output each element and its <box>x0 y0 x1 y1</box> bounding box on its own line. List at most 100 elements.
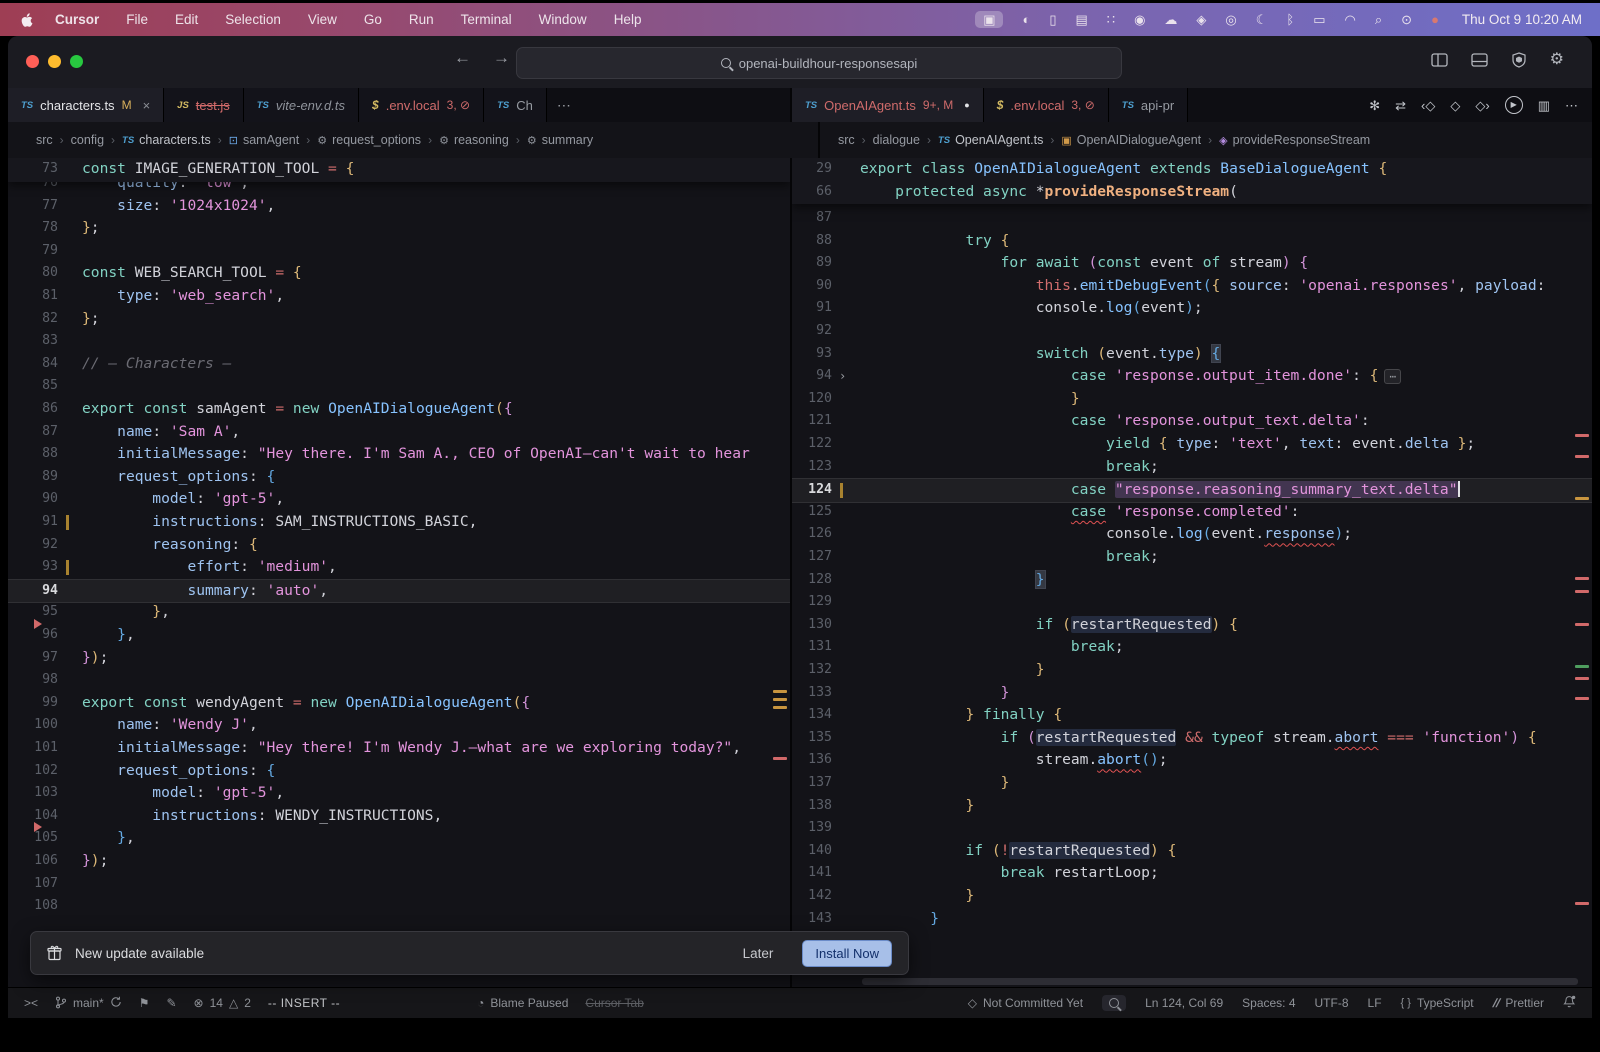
code-line[interactable]: 79 <box>8 240 790 263</box>
shield-cube-icon[interactable] <box>1511 52 1527 68</box>
breadcrumb-item-config[interactable]: config <box>71 133 104 147</box>
menu-item-terminal[interactable]: Terminal <box>461 12 512 27</box>
git-commit-status[interactable]: ◇ Not Committed Yet <box>968 996 1083 1010</box>
line-number[interactable]: 82 <box>8 308 58 331</box>
openai-logo-icon[interactable]: ✻ <box>1369 99 1380 112</box>
tab-openaiagent-ts[interactable]: TS OpenAIAgent.ts 9+, M ● <box>792 88 984 122</box>
line-number[interactable]: 94 <box>792 365 832 388</box>
line-number[interactable]: 73 <box>8 158 58 181</box>
code-line[interactable]: 129 <box>792 591 1592 614</box>
phone-shield-icon[interactable]: ▯ <box>1049 13 1056 26</box>
pencil-item[interactable]: ✎ <box>166 997 176 1009</box>
code-line[interactable]: 82}; <box>8 308 790 331</box>
line-number[interactable]: 92 <box>8 534 58 557</box>
line-number[interactable]: 127 <box>792 546 832 569</box>
code-line[interactable]: 92 <box>792 320 1592 343</box>
minimize-button[interactable] <box>48 55 61 68</box>
nav-forward-button[interactable]: → <box>493 48 510 68</box>
code-line[interactable]: 90 model: 'gpt-5', <box>8 488 790 511</box>
line-number[interactable]: 94 <box>8 580 58 603</box>
code-line[interactable]: 29 export class OpenAIDialogueAgent exten… <box>792 158 1592 181</box>
code-line[interactable]: 87 name: 'Sam A', <box>8 421 790 444</box>
line-number[interactable]: 86 <box>8 398 58 421</box>
code-line[interactable]: 99 export const wendyAgent = new OpenAIDi… <box>8 692 790 715</box>
line-number[interactable]: 99 <box>8 692 58 715</box>
line-number[interactable]: 126 <box>792 523 832 546</box>
menu-item-run[interactable]: Run <box>409 12 434 27</box>
code-line[interactable]: 94 › case 'response.output_item.done': {⋯ <box>792 365 1592 388</box>
breadcrumb-item-src[interactable]: src <box>36 133 53 147</box>
code-line[interactable]: 85 <box>8 375 790 398</box>
code-line[interactable]: 124 case "response.reasoning_summary_tex… <box>792 478 1592 503</box>
menu-item-file[interactable]: File <box>126 12 148 27</box>
line-number[interactable]: 106 <box>8 850 58 873</box>
code-line[interactable]: 141 break restartLoop; <box>792 862 1592 885</box>
code-line[interactable]: 128 } <box>792 569 1592 592</box>
focus-moon-icon[interactable]: ☾ <box>1256 13 1268 26</box>
code-line[interactable]: 95 }, <box>8 601 790 624</box>
menu-item-selection[interactable]: Selection <box>225 12 281 27</box>
remote-indicator[interactable]: >< <box>24 997 38 1009</box>
code-line[interactable]: 80 const WEB_SEARCH_TOOL = { <box>8 262 790 285</box>
menu-item-window[interactable]: Window <box>539 12 587 27</box>
code-line[interactable]: 107 <box>8 873 790 896</box>
line-number[interactable]: 98 <box>8 669 58 692</box>
menu-clock[interactable]: Thu Oct 9 10:20 AM <box>1462 12 1582 27</box>
line-number[interactable]: 105 <box>8 827 58 850</box>
line-number[interactable]: 93 <box>792 343 832 366</box>
line-number[interactable]: 100 <box>8 714 58 737</box>
language-mode[interactable]: { } TypeScript <box>1401 996 1474 1010</box>
formatter[interactable]: // Prettier <box>1492 996 1544 1010</box>
line-number[interactable]: 83 <box>8 330 58 353</box>
code-line[interactable]: 138 } <box>792 795 1592 818</box>
code-line[interactable]: 89 request_options: { <box>8 466 790 489</box>
code-line[interactable]: 136 stream.abort(); <box>792 749 1592 772</box>
zoom-button[interactable] <box>70 55 83 68</box>
line-number[interactable]: 81 <box>8 285 58 308</box>
tab-env-local[interactable]: $ .env.local 3, ⊘ <box>359 88 485 122</box>
line-number[interactable]: 29 <box>792 158 832 181</box>
window-manager-icon[interactable]: ▤ <box>1076 13 1088 26</box>
code-line[interactable]: 97}); <box>8 647 790 670</box>
close-tab-icon[interactable]: × <box>143 98 151 113</box>
code-line[interactable]: 93 effort: 'medium', <box>8 556 790 579</box>
grid-icon[interactable]: ∷ <box>1107 13 1115 26</box>
more-tabs-icon[interactable]: ⋯ <box>547 88 581 122</box>
search-icon[interactable]: ⌕ <box>1375 13 1382 26</box>
line-number[interactable]: 77 <box>8 195 58 218</box>
line-number[interactable]: 88 <box>792 230 832 253</box>
diamond-icon[interactable]: ◇ <box>1450 99 1460 112</box>
code-line[interactable]: 101 initialMessage: "Hey there! I'm Wend… <box>8 737 790 760</box>
menu-item-view[interactable]: View <box>308 12 337 27</box>
line-number[interactable]: 87 <box>8 421 58 444</box>
nav-back-diamond-icon[interactable]: ‹◇ <box>1421 99 1435 112</box>
code-line[interactable]: 91 instructions: SAM_INSTRUCTIONS_BASIC, <box>8 511 790 534</box>
horizontal-scrollbar[interactable] <box>862 978 1578 985</box>
line-number[interactable]: 134 <box>792 704 832 727</box>
wifi-icon[interactable]: ◠ <box>1345 13 1356 26</box>
breadcrumb-item-provideresponsestream[interactable]: ◈ provideResponseStream <box>1219 133 1370 147</box>
battery-icon[interactable]: ▭ <box>1313 13 1325 26</box>
line-number[interactable]: 128 <box>792 569 832 592</box>
editor-pane-left[interactable]: 76 quality: 'low', 77 size: '1024x1024', 7… <box>8 158 792 988</box>
line-number[interactable]: 91 <box>792 297 832 320</box>
line-number[interactable]: 142 <box>792 885 832 908</box>
settings-gear-icon[interactable]: ⚙ <box>1550 52 1564 68</box>
line-number[interactable]: 137 <box>792 772 832 795</box>
encoding[interactable]: UTF-8 <box>1315 996 1349 1010</box>
code-line[interactable]: 87 <box>792 207 1592 230</box>
code-line[interactable]: 143 } <box>792 908 1592 931</box>
code-line[interactable]: 78}; <box>8 217 790 240</box>
line-number[interactable]: 103 <box>8 782 58 805</box>
cursor-tab[interactable]: Cursor Tab <box>585 996 643 1010</box>
line-number[interactable]: 121 <box>792 410 832 433</box>
line-number[interactable]: 108 <box>8 895 58 918</box>
code-line[interactable]: 121 case 'response.output_text.delta': <box>792 410 1592 433</box>
git-branch[interactable]: main* <box>55 996 122 1011</box>
code-line[interactable]: 91 console.log(event); <box>792 297 1592 320</box>
code-line[interactable]: 130 if (restartRequested) { <box>792 614 1592 637</box>
breadcrumb-item-reasoning[interactable]: ⚙ reasoning <box>439 133 509 147</box>
vim-mode[interactable]: -- INSERT -- <box>268 996 340 1010</box>
breadcrumb-item-openaiagent-ts[interactable]: TS OpenAIAgent.ts <box>938 133 1043 147</box>
line-number[interactable]: 138 <box>792 795 832 818</box>
